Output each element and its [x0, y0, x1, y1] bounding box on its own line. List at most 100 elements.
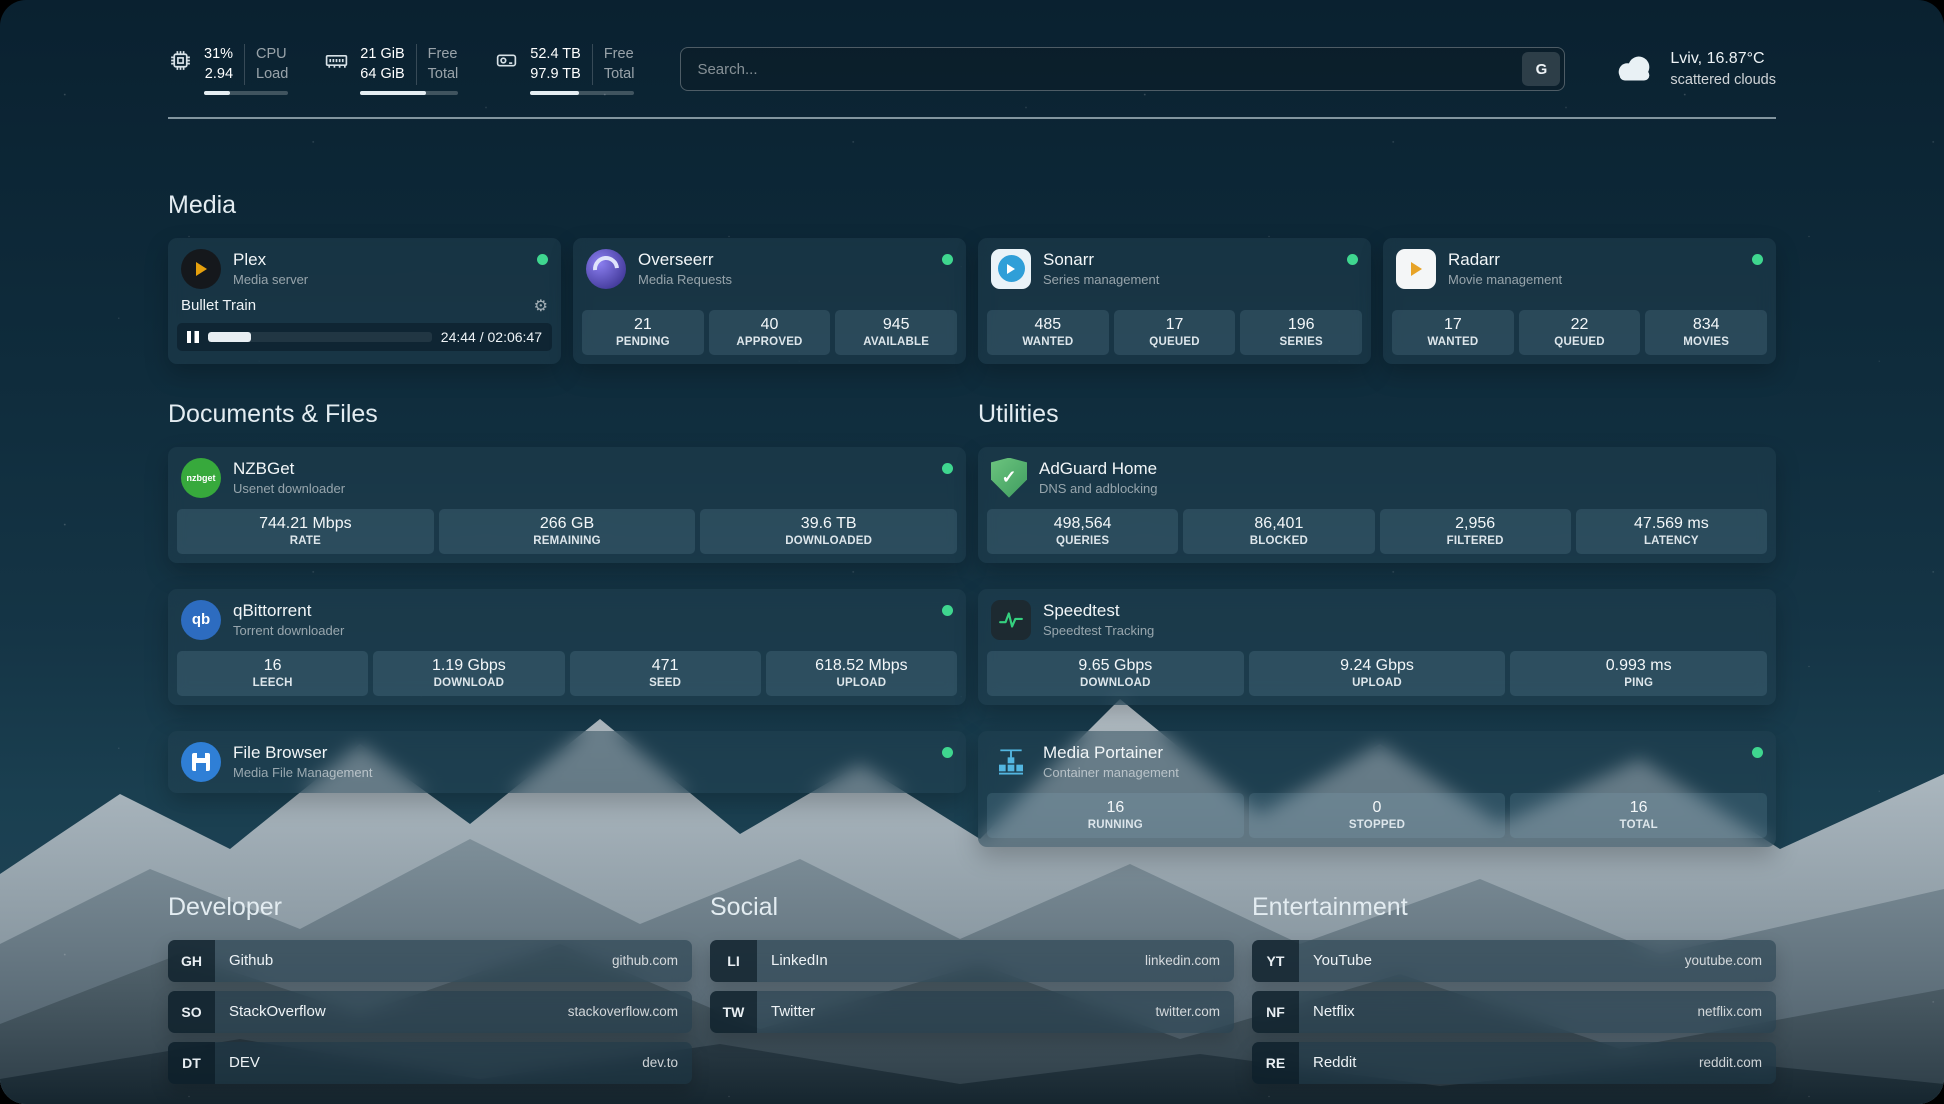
bookmark-abbr: DT	[168, 1042, 215, 1084]
speedtest-icon	[991, 600, 1031, 640]
cpu-load-value: 2.94	[205, 64, 233, 84]
service-name: Speedtest	[1043, 601, 1154, 621]
search-provider-button[interactable]: G	[1522, 52, 1560, 86]
stat-seed: 471 SEED	[570, 651, 761, 696]
bookmark-url: stackoverflow.com	[568, 1004, 678, 1019]
status-indicator	[1752, 747, 1763, 758]
cpu-progress-bar	[204, 91, 288, 95]
bookmark-reddit[interactable]: RE Reddit reddit.com	[1252, 1042, 1776, 1084]
bookmark-abbr: SO	[168, 991, 215, 1033]
stat-series: 196 SERIES	[1240, 310, 1362, 355]
service-card-overseerr[interactable]: Overseerr Media Requests 21 PENDING 40 A…	[573, 238, 966, 364]
service-description: Media File Management	[233, 765, 372, 780]
playback-progress-track[interactable]	[208, 332, 432, 342]
filebrowser-icon	[181, 742, 221, 782]
service-name: NZBGet	[233, 459, 345, 479]
dashboard-frame: 31% 2.94 CPU Load	[0, 0, 1944, 1104]
service-description: DNS and adblocking	[1039, 481, 1158, 496]
bookmark-name: Github	[229, 952, 273, 969]
stat-latency: 47.569 ms LATENCY	[1576, 509, 1767, 554]
memory-widget: 21 GiB 64 GiB Free Total	[324, 44, 458, 95]
service-card-portainer[interactable]: Media Portainer Container management 16 …	[978, 731, 1776, 847]
overseerr-icon	[586, 249, 626, 289]
stat-upload: 618.52 Mbps UPLOAD	[766, 651, 957, 696]
stat-approved: 40 APPROVED	[709, 310, 831, 355]
nzbget-icon: nzbget	[181, 458, 221, 498]
cpu-percent: 31%	[204, 44, 233, 64]
service-description: Usenet downloader	[233, 481, 345, 496]
radarr-icon	[1396, 249, 1436, 289]
disk-free-label: Free	[604, 44, 635, 64]
section-title-entertainment: Entertainment	[1252, 893, 1776, 922]
memory-progress-bar	[360, 91, 458, 95]
adguard-shield-icon: ✓	[991, 458, 1027, 498]
service-name: AdGuard Home	[1039, 459, 1158, 479]
service-description: Series management	[1043, 272, 1159, 287]
bookmark-name: LinkedIn	[771, 952, 828, 969]
bookmark-github[interactable]: GH Github github.com	[168, 940, 692, 982]
bookmark-abbr: RE	[1252, 1042, 1299, 1084]
disk-widget: 52.4 TB 97.9 TB Free Total	[494, 44, 634, 95]
bookmark-url: netflix.com	[1697, 1004, 1762, 1019]
service-name: Media Portainer	[1043, 743, 1179, 763]
memory-icon	[324, 48, 349, 73]
service-name: Plex	[233, 250, 308, 270]
service-description: Torrent downloader	[233, 623, 344, 638]
memory-free-value: 21 GiB	[360, 44, 404, 64]
bookmark-twitter[interactable]: TW Twitter twitter.com	[710, 991, 1234, 1033]
stat-leech: 16 LEECH	[177, 651, 368, 696]
bookmark-name: Twitter	[771, 1003, 815, 1020]
stat-queries: 498,564 QUERIES	[987, 509, 1178, 554]
stat-stopped: 0 STOPPED	[1249, 793, 1506, 838]
search-input[interactable]	[680, 47, 1565, 91]
top-bar: 31% 2.94 CPU Load	[168, 44, 1776, 95]
service-description: Movie management	[1448, 272, 1562, 287]
section-title-documents: Documents & Files	[168, 400, 966, 429]
playback-bar: 24:44 / 02:06:47	[177, 323, 552, 351]
header-divider	[168, 117, 1776, 119]
settings-gear-icon[interactable]: ⚙	[534, 296, 548, 316]
status-indicator	[942, 605, 953, 616]
bookmark-abbr: GH	[168, 940, 215, 982]
stat-queued: 17 QUEUED	[1114, 310, 1236, 355]
cpu-label: CPU	[256, 44, 288, 64]
bookmark-dev[interactable]: DT DEV dev.to	[168, 1042, 692, 1084]
service-name: Sonarr	[1043, 250, 1159, 270]
service-name: qBittorrent	[233, 601, 344, 621]
pause-button[interactable]	[187, 331, 199, 343]
stat-rate: 744.21 Mbps RATE	[177, 509, 434, 554]
section-bookmarks: Developer GH Github github.com SO StackO…	[168, 893, 1776, 1093]
bookmark-netflix[interactable]: NF Netflix netflix.com	[1252, 991, 1776, 1033]
service-description: Media server	[233, 272, 308, 287]
bookmark-name: Netflix	[1313, 1003, 1355, 1020]
bookmark-youtube[interactable]: YT YouTube youtube.com	[1252, 940, 1776, 982]
service-card-radarr[interactable]: Radarr Movie management 17 WANTED 22 QUE…	[1383, 238, 1776, 364]
section-title-social: Social	[710, 893, 1234, 922]
bookmark-url: dev.to	[642, 1055, 678, 1070]
now-playing-title: Bullet Train	[181, 297, 256, 314]
column-utilities: Utilities ✓ AdGuard Home DNS and adblock…	[978, 400, 1776, 847]
disk-progress-bar	[530, 91, 634, 95]
stat-downloaded: 39.6 TB DOWNLOADED	[700, 509, 957, 554]
bookmark-abbr: NF	[1252, 991, 1299, 1033]
service-card-filebrowser[interactable]: File Browser Media File Management	[168, 731, 966, 793]
bookmark-abbr: YT	[1252, 940, 1299, 982]
memory-total-label: Total	[428, 64, 459, 84]
bookmark-name: YouTube	[1313, 952, 1372, 969]
stat-ping: 0.993 ms PING	[1510, 651, 1767, 696]
status-indicator	[942, 254, 953, 265]
stat-pending: 21 PENDING	[582, 310, 704, 355]
service-card-speedtest[interactable]: Speedtest Speedtest Tracking 9.65 Gbps D…	[978, 589, 1776, 705]
service-card-adguard[interactable]: ✓ AdGuard Home DNS and adblocking 498,56…	[978, 447, 1776, 563]
disk-total-value: 97.9 TB	[530, 64, 581, 84]
cloud-icon	[1611, 53, 1657, 85]
service-card-qbittorrent[interactable]: qb qBittorrent Torrent downloader 16 LEE…	[168, 589, 966, 705]
weather-location: Lviv, 16.87°C	[1670, 47, 1776, 70]
service-description: Speedtest Tracking	[1043, 623, 1154, 638]
bookmark-linkedin[interactable]: LI LinkedIn linkedin.com	[710, 940, 1234, 982]
service-card-sonarr[interactable]: Sonarr Series management 485 WANTED 17 Q…	[978, 238, 1371, 364]
bookmark-url: twitter.com	[1155, 1004, 1220, 1019]
bookmark-stackoverflow[interactable]: SO StackOverflow stackoverflow.com	[168, 991, 692, 1033]
service-card-nzbget[interactable]: nzbget NZBGet Usenet downloader 744.21 M…	[168, 447, 966, 563]
service-card-plex[interactable]: Plex Media server Bullet Train ⚙	[168, 238, 561, 364]
